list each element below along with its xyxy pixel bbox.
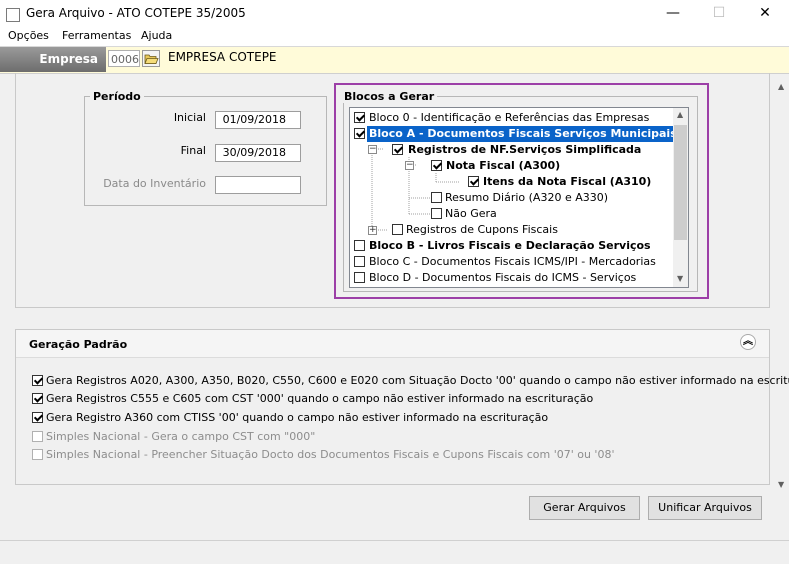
empresa-code-input[interactable]: 0006 <box>108 50 140 67</box>
inventario-date-input[interactable] <box>215 176 301 194</box>
main-scrollbar[interactable]: ▲ ▼ <box>775 74 789 492</box>
option-checkbox <box>32 449 43 460</box>
empresa-name: EMPRESA COTEPE <box>168 50 277 64</box>
tree-checkbox[interactable] <box>392 144 403 155</box>
option-label: Gera Registros A020, A300, A350, B020, C… <box>46 374 789 387</box>
option-checkbox <box>32 431 43 442</box>
blocos-tree[interactable]: Bloco 0 - Identificação e Referências da… <box>349 107 689 288</box>
app-icon <box>6 8 20 22</box>
scroll-up-icon[interactable]: ▲ <box>778 82 784 91</box>
unificar-arquivos-button[interactable]: Unificar Arquivos <box>648 496 762 520</box>
tree-item-label: Registros de Cupons Fiscais <box>406 223 558 236</box>
tree-checkbox[interactable] <box>354 256 365 267</box>
option-checkbox[interactable] <box>32 375 43 386</box>
tree-scroll-down-icon[interactable]: ▼ <box>677 274 683 283</box>
collapse-up-icon[interactable]: ︽ <box>740 334 756 350</box>
tree-checkbox[interactable] <box>354 128 365 139</box>
gerar-arquivos-button[interactable]: Gerar Arquivos <box>529 496 640 520</box>
scroll-down-icon[interactable]: ▼ <box>778 480 784 489</box>
maximize-button[interactable]: ☐ <box>696 0 742 28</box>
empresa-label: Empresa <box>0 47 106 72</box>
tree-checkbox[interactable] <box>431 192 442 203</box>
expand-icon[interactable]: + <box>368 226 377 235</box>
tree-item-label: Resumo Diário (A320 e A330) <box>445 191 609 204</box>
tree-item-label: Bloco A - Documentos Fiscais Serviços Mu… <box>367 126 679 142</box>
menu-ajuda[interactable]: Ajuda <box>141 29 172 42</box>
option-label: Gera Registro A360 com CTISS '00' quando… <box>46 411 549 424</box>
final-label: Final <box>180 144 206 157</box>
tree-item-label: Nota Fiscal (A300) <box>446 159 561 172</box>
geracao-padrao-title: Geração Padrão <box>29 338 128 351</box>
inicial-date-input[interactable]: 01/09/2018 <box>215 111 301 129</box>
tree-checkbox[interactable] <box>354 272 365 283</box>
periodo-legend: Período <box>90 90 144 103</box>
collapse-icon[interactable]: − <box>405 161 414 170</box>
tree-item-label: Bloco 0 - Identificação e Referências da… <box>369 111 650 124</box>
option-checkbox[interactable] <box>32 393 43 404</box>
tree-item-label: Não Gera <box>445 207 497 220</box>
status-bar <box>0 540 789 564</box>
tree-item-label: Bloco B - Livros Fiscais e Declaração Se… <box>369 239 651 252</box>
tree-checkbox[interactable] <box>431 160 442 171</box>
option-checkbox[interactable] <box>32 412 43 423</box>
folder-open-icon[interactable] <box>142 50 160 67</box>
tree-checkbox[interactable] <box>354 240 365 251</box>
inventario-label: Data do Inventário <box>103 177 206 190</box>
tree-checkbox[interactable] <box>354 112 365 123</box>
tree-checkbox[interactable] <box>468 176 479 187</box>
tree-scroll-thumb[interactable] <box>674 125 687 240</box>
tree-item-label: Bloco D - Documentos Fiscais do ICMS - S… <box>369 271 637 284</box>
minimize-button[interactable]: — <box>650 0 696 28</box>
option-label: Simples Nacional - Gera o campo CST com … <box>46 430 316 443</box>
option-label: Simples Nacional - Preencher Situação Do… <box>46 448 615 461</box>
tree-item-label: Bloco C - Documentos Fiscais ICMS/IPI - … <box>369 255 656 268</box>
menu-ferramentas[interactable]: Ferramentas <box>62 29 131 42</box>
blocos-legend: Blocos a Gerar <box>341 90 438 103</box>
menu-opcoes[interactable]: Opções <box>8 29 49 42</box>
geracao-padrao-header[interactable] <box>16 330 769 358</box>
tree-checkbox[interactable] <box>392 224 403 235</box>
empresa-label-text: Empresa <box>39 52 98 66</box>
window-title: Gera Arquivo - ATO COTEPE 35/2005 <box>26 6 246 20</box>
collapse-icon[interactable]: − <box>368 145 377 154</box>
option-label: Gera Registros C555 e C605 com CST '000'… <box>46 392 594 405</box>
final-date-input[interactable]: 30/09/2018 <box>215 144 301 162</box>
tree-item-label: Registros de NF.Serviços Simplificada <box>408 143 642 156</box>
inicial-label: Inicial <box>173 111 206 124</box>
tree-scroll-up-icon[interactable]: ▲ <box>677 110 683 119</box>
tree-checkbox[interactable] <box>431 208 442 219</box>
tree-item-label: Itens da Nota Fiscal (A310) <box>483 175 652 188</box>
close-button[interactable]: ✕ <box>742 0 788 28</box>
